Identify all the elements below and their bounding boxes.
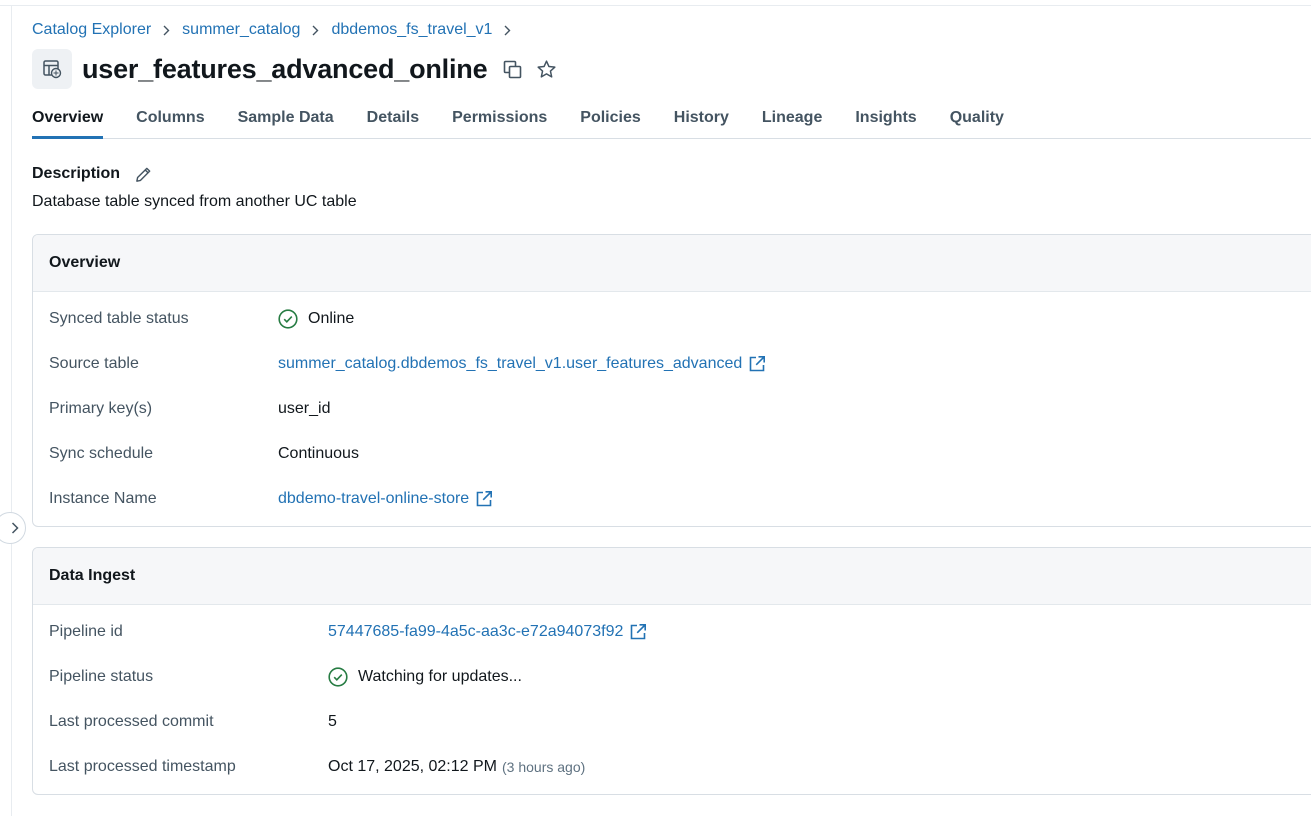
row-value: Watching for updates... <box>328 667 522 687</box>
row-label: Pipeline id <box>49 623 123 640</box>
primary-key-value: user_id <box>278 400 331 417</box>
breadcrumb-schema[interactable]: dbdemos_fs_travel_v1 <box>331 21 492 39</box>
breadcrumb-catalog[interactable]: summer_catalog <box>182 21 300 39</box>
row-label: Pipeline status <box>49 668 154 685</box>
tab-overview[interactable]: Overview <box>32 104 104 139</box>
pipeline-status-text: Watching for updates... <box>358 668 522 685</box>
row-value: 57447685-fa99-4a5c-aa3c-e72a94073f92 <box>328 623 647 641</box>
external-link-icon[interactable] <box>748 355 766 373</box>
tab-lineage[interactable]: Lineage <box>762 104 822 138</box>
row-label: Source table <box>49 355 139 372</box>
external-link-icon[interactable] <box>475 490 493 508</box>
synced-status-text: Online <box>308 310 355 327</box>
breadcrumb-catalog-explorer[interactable]: Catalog Explorer <box>32 21 151 39</box>
page-title: user_features_advanced_online <box>82 53 488 84</box>
last-commit-value: 5 <box>328 713 337 730</box>
ingest-row-last-timestamp: Last processed timestamp Oct 17, 2025, 0… <box>33 756 1311 778</box>
row-label: Primary key(s) <box>49 400 153 417</box>
left-rail-divider <box>11 6 12 816</box>
tab-quality[interactable]: Quality <box>950 104 1004 138</box>
tab-columns[interactable]: Columns <box>136 104 204 138</box>
row-label: Last processed timestamp <box>49 758 236 775</box>
page-header: user_features_advanced_online <box>32 49 557 89</box>
ingest-row-pipeline-id: Pipeline id 57447685-fa99-4a5c-aa3c-e72a… <box>33 621 1311 643</box>
external-link-icon[interactable] <box>629 623 647 641</box>
relative-time: (3 hours ago) <box>502 759 586 775</box>
check-circle-icon <box>278 309 298 329</box>
instance-name-link[interactable]: dbdemo-travel-online-store <box>278 490 469 508</box>
expand-sidebar-button[interactable] <box>0 512 26 544</box>
row-label: Last processed commit <box>49 713 214 730</box>
overview-row-sync-schedule: Sync schedule Continuous <box>33 443 1311 465</box>
tab-bar: Overview Columns Sample Data Details Per… <box>32 104 1311 139</box>
check-circle-icon <box>328 667 348 687</box>
overview-card: Overview Synced table status Online Sour… <box>32 234 1311 527</box>
ingest-row-pipeline-status: Pipeline status Watching for updates... <box>33 666 1311 688</box>
overview-row-primary-keys: Primary key(s) user_id <box>33 398 1311 420</box>
overview-row-instance-name: Instance Name dbdemo-travel-online-store <box>33 488 1311 510</box>
tab-sample-data[interactable]: Sample Data <box>238 104 334 138</box>
data-ingest-card: Data Ingest Pipeline id 57447685-fa99-4a… <box>32 547 1311 795</box>
overview-card-title: Overview <box>33 235 1311 292</box>
row-label: Instance Name <box>49 490 157 507</box>
description-header: Description <box>32 163 153 185</box>
data-ingest-card-title: Data Ingest <box>33 548 1311 605</box>
star-icon[interactable] <box>536 59 557 80</box>
tab-insights[interactable]: Insights <box>855 104 916 138</box>
row-value: dbdemo-travel-online-store <box>278 490 493 508</box>
copy-icon[interactable] <box>503 60 522 79</box>
tab-history[interactable]: History <box>674 104 729 138</box>
overview-row-source-table: Source table summer_catalog.dbdemos_fs_t… <box>33 353 1311 375</box>
pipeline-id-link[interactable]: 57447685-fa99-4a5c-aa3c-e72a94073f92 <box>328 623 623 641</box>
chevron-right-icon <box>504 25 511 36</box>
breadcrumb: Catalog Explorer summer_catalog dbdemos_… <box>32 19 523 41</box>
source-table-link[interactable]: summer_catalog.dbdemos_fs_travel_v1.user… <box>278 355 742 373</box>
chevron-right-icon <box>11 522 19 534</box>
row-label: Synced table status <box>49 310 189 327</box>
pencil-icon[interactable] <box>134 165 153 184</box>
row-value: Oct 17, 2025, 02:12 PM (3 hours ago) <box>328 758 585 776</box>
sync-schedule-value: Continuous <box>278 445 359 462</box>
last-timestamp-value: Oct 17, 2025, 02:12 PM <box>328 758 497 775</box>
overview-row-synced-status: Synced table status Online <box>33 308 1311 330</box>
tab-details[interactable]: Details <box>367 104 419 138</box>
chevron-right-icon <box>312 25 319 36</box>
tab-policies[interactable]: Policies <box>580 104 640 138</box>
top-divider <box>0 5 1311 6</box>
description-text: Database table synced from another UC ta… <box>32 193 357 210</box>
description-label: Description <box>32 165 121 182</box>
row-label: Sync schedule <box>49 445 154 462</box>
chevron-right-icon <box>163 25 170 36</box>
row-value: summer_catalog.dbdemos_fs_travel_v1.user… <box>278 355 766 373</box>
row-value: Online <box>278 309 354 329</box>
table-sync-icon <box>32 49 72 89</box>
tab-permissions[interactable]: Permissions <box>452 104 547 138</box>
ingest-row-last-commit: Last processed commit 5 <box>33 711 1311 733</box>
